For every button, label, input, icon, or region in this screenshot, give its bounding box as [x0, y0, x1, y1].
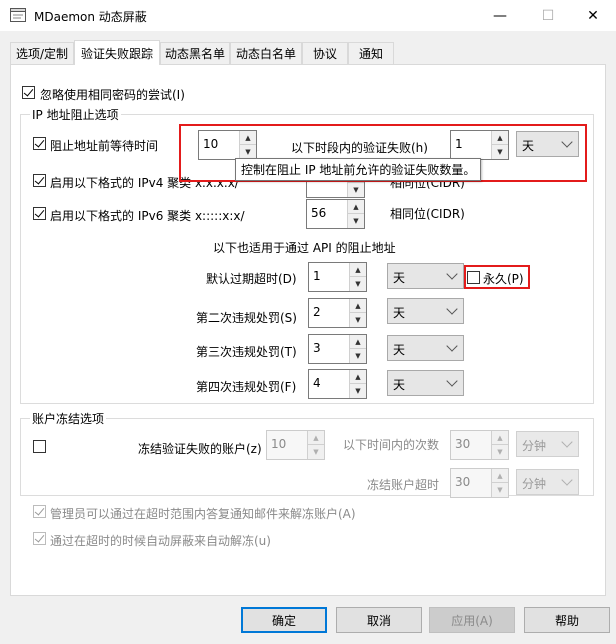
- stepper-up-icon[interactable]: ▲: [492, 431, 508, 445]
- stepper-up-icon[interactable]: ▲: [492, 469, 508, 483]
- ok-button[interactable]: 确定: [241, 607, 327, 633]
- ipv6-cidr-stepper[interactable]: 56 ▲ ▼: [306, 199, 365, 229]
- fourth-penalty-unit-select[interactable]: 天: [387, 370, 464, 396]
- ipv6-cidr-value: 56: [311, 206, 327, 220]
- freeze-timeout-unit-select[interactable]: 分钟: [516, 469, 579, 495]
- block-wait-checkbox[interactable]: [33, 137, 46, 150]
- window-title: MDaemon 动态屏蔽: [34, 10, 147, 24]
- default-expiry-unit-select[interactable]: 天: [387, 263, 464, 289]
- maximize-icon: ☐: [541, 7, 555, 24]
- third-penalty-stepper[interactable]: 3 ▲ ▼: [308, 334, 367, 364]
- ip-block-group-title: IP 地址阻止选项: [30, 106, 121, 123]
- default-expiry-stepper[interactable]: 1 ▲ ▼: [308, 262, 367, 292]
- freeze-accounts-checkbox[interactable]: [33, 440, 46, 453]
- ipv6-cidr-label: 相同位(CIDR): [390, 207, 465, 221]
- stepper-up-icon[interactable]: ▲: [350, 299, 366, 313]
- tab-protocols[interactable]: 协议: [302, 42, 348, 64]
- third-penalty-label: 第三次违规处罚(T): [196, 345, 297, 359]
- chevron-down-icon: [446, 303, 458, 315]
- second-penalty-stepper[interactable]: 2 ▲ ▼: [308, 298, 367, 328]
- tab-dynamic-blacklist[interactable]: 动态黑名单: [160, 42, 230, 64]
- count-period-unit-select[interactable]: 分钟: [516, 431, 579, 457]
- freeze-accounts-label: 冻结验证失败的账户(z): [138, 442, 262, 456]
- failure-count-tooltip: 控制在阻止 IP 地址前允许的验证失败数量。: [235, 158, 482, 181]
- tab-options[interactable]: 选项/定制: [10, 42, 74, 64]
- auto-unfreeze-label: 通过在超时的时候自动屏蔽来自动解冻(u): [50, 534, 271, 548]
- maximize-button[interactable]: ☐: [525, 0, 571, 31]
- close-button[interactable]: ✕: [570, 0, 616, 31]
- stepper-up-icon[interactable]: ▲: [350, 263, 366, 277]
- tab-dynamic-whitelist[interactable]: 动态白名单: [230, 42, 302, 64]
- default-expiry-label: 默认过期超时(D): [206, 272, 297, 286]
- permanent-checkbox[interactable]: [467, 271, 480, 284]
- stepper-down-icon[interactable]: ▼: [350, 384, 366, 398]
- stepper-up-icon[interactable]: ▲: [350, 370, 366, 384]
- auto-unfreeze-checkbox[interactable]: [33, 532, 46, 545]
- chevron-down-icon: [561, 474, 573, 486]
- stepper-up-icon[interactable]: ▲: [348, 200, 364, 214]
- stepper-up-icon[interactable]: ▲: [350, 335, 366, 349]
- apply-button[interactable]: 应用(A): [429, 607, 515, 633]
- ignore-same-password-label: 忽略使用相同密码的尝试(I): [40, 88, 185, 102]
- ipv6-cluster-label: 启用以下格式的 IPv6 聚类 x:::::x:x/: [50, 209, 245, 223]
- close-icon: ✕: [587, 7, 599, 24]
- freeze-timeout-label: 冻结账户超时: [367, 478, 440, 492]
- app-icon: [10, 8, 26, 22]
- freeze-timeout-stepper[interactable]: 30 ▲ ▼: [450, 468, 509, 498]
- api-note: 以下也适用于通过 API 的阻止地址: [213, 241, 396, 255]
- stepper-down-icon[interactable]: ▼: [308, 445, 324, 459]
- cancel-button[interactable]: 取消: [336, 607, 422, 633]
- stepper-down-icon[interactable]: ▼: [350, 277, 366, 291]
- stepper-up-icon[interactable]: ▲: [308, 431, 324, 445]
- chevron-down-icon: [446, 375, 458, 387]
- third-penalty-unit-select[interactable]: 天: [387, 335, 464, 361]
- admin-unfreeze-label: 管理员可以通过在超时范围内答复通知邮件来解冻账户(A): [50, 507, 356, 521]
- fourth-penalty-label: 第四次违规处罚(F): [196, 380, 297, 394]
- block-wait-label: 阻止地址前等待时间: [50, 139, 159, 153]
- ipv6-cluster-checkbox[interactable]: [33, 207, 46, 220]
- chevron-down-icon: [446, 340, 458, 352]
- chevron-down-icon: [561, 436, 573, 448]
- help-button[interactable]: 帮助: [524, 607, 610, 633]
- stepper-down-icon[interactable]: ▼: [350, 349, 366, 363]
- ipv4-cluster-checkbox[interactable]: [33, 174, 46, 187]
- stepper-down-icon[interactable]: ▼: [348, 183, 364, 197]
- count-period-label: 以下时间内的次数: [343, 438, 440, 452]
- minimize-icon: —: [493, 7, 507, 24]
- permanent-label: 永久(P): [483, 272, 524, 286]
- freeze-count-stepper[interactable]: 10 ▲ ▼: [266, 430, 325, 460]
- admin-unfreeze-checkbox[interactable]: [33, 505, 46, 518]
- tab-notifications[interactable]: 通知: [348, 42, 394, 64]
- second-penalty-label: 第二次违规处罚(S): [196, 311, 297, 325]
- ignore-same-password-checkbox[interactable]: [22, 86, 35, 99]
- stepper-down-icon[interactable]: ▼: [350, 313, 366, 327]
- account-freeze-group-title: 账户冻结选项: [30, 410, 107, 427]
- minimize-button[interactable]: —: [477, 0, 523, 31]
- fourth-penalty-stepper[interactable]: 4 ▲ ▼: [308, 369, 367, 399]
- stepper-down-icon[interactable]: ▼: [492, 483, 508, 497]
- count-period-stepper[interactable]: 30 ▲ ▼: [450, 430, 509, 460]
- stepper-down-icon[interactable]: ▼: [348, 214, 364, 228]
- second-penalty-unit-select[interactable]: 天: [387, 298, 464, 324]
- chevron-down-icon: [446, 268, 458, 280]
- stepper-down-icon[interactable]: ▼: [492, 445, 508, 459]
- tab-auth-failure-tracking[interactable]: 验证失败跟踪: [74, 40, 160, 65]
